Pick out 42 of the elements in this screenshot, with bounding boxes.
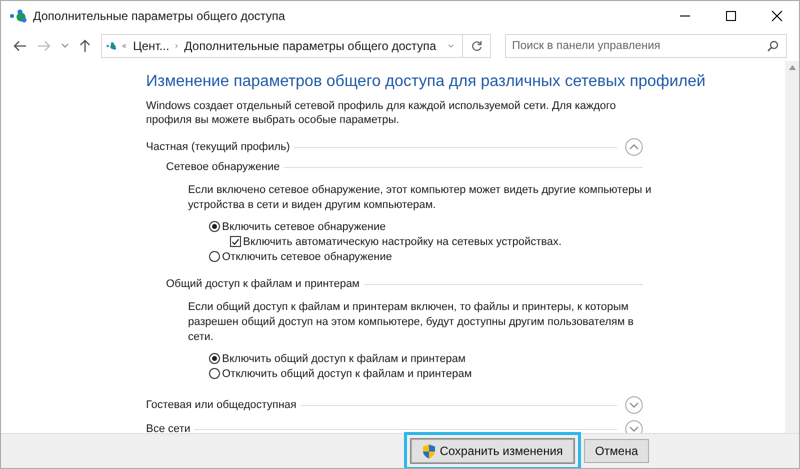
radio-label[interactable]: Отключить сетевое обнаружение — [222, 250, 392, 262]
chevron-right-icon — [175, 42, 178, 50]
page-heading: Изменение параметров общего доступа для различных сетевых профилей — [146, 73, 706, 91]
radio-label[interactable]: Отключить общий доступ к файлам и принтерам — [222, 368, 472, 380]
section-description: Если общий доступ к файлам и принтерам включен, то файлы и принтеры, к которым разрешен общий доступ на этом компьютере, будут доступны другим пользователям в сети. — [188, 300, 635, 345]
radio-button[interactable] — [209, 368, 220, 379]
back-arrow-icon[interactable] — [13, 40, 27, 52]
close-icon[interactable] — [771, 10, 783, 22]
refresh-button[interactable] — [463, 34, 491, 58]
breadcrumb-item[interactable]: Цент... — [132, 39, 170, 53]
maximize-icon[interactable] — [725, 10, 737, 22]
breadcrumb-item[interactable]: Дополнительные параметры общего доступа — [184, 39, 436, 53]
checkbox[interactable] — [230, 236, 241, 247]
up-arrow-icon[interactable] — [79, 39, 91, 53]
chevron-down-icon[interactable] — [448, 43, 454, 49]
profile-header[interactable]: Частная (текущий профиль) — [146, 141, 290, 153]
address-bar[interactable]: Цент... Дополнительные параметры общего доступа — [101, 34, 463, 58]
radio-button[interactable] — [209, 221, 220, 232]
intro-text: Windows создает отдельный сетевой профиль для каждой используемой сети. Для каждого профиля вы можете выбрать особые параметры. — [146, 99, 617, 127]
radio-label[interactable]: Включить сетевое обнаружение — [222, 220, 386, 232]
radio-label[interactable]: Включить общий доступ к файлам и принтерам — [222, 352, 466, 364]
radio-button[interactable] — [209, 251, 220, 262]
expand-icon[interactable] — [625, 396, 643, 414]
window-title: Дополнительные параметры общего доступа — [33, 9, 286, 23]
network-icon — [9, 9, 27, 23]
profile-header[interactable]: Все сети — [146, 423, 190, 433]
radio-button[interactable] — [209, 353, 220, 364]
search-field[interactable]: Поиск в панели управления — [505, 34, 787, 58]
profile-header[interactable]: Гостевая или общедоступная — [146, 399, 297, 411]
search-icon — [767, 40, 779, 52]
section-description: Если включено сетевое обнаружение, этот компьютер может видеть другие компьютеры и устройства в сети и виден другим компьютерам. — [188, 183, 652, 213]
shield-icon — [422, 444, 436, 458]
section-title: Сетевое обнаружение — [166, 161, 280, 173]
collapse-icon[interactable] — [625, 138, 643, 156]
expand-icon[interactable] — [625, 420, 643, 433]
scrollbar[interactable] — [785, 61, 799, 433]
section-title: Общий доступ к файлам и принтерам — [166, 278, 360, 290]
refresh-icon — [470, 40, 482, 52]
cancel-button[interactable]: Отмена — [584, 439, 649, 463]
double-chevron-icon — [122, 42, 127, 50]
checkbox-label[interactable]: Включить автоматическую настройку на сетевых устройствах. — [243, 236, 562, 248]
chevron-down-icon[interactable] — [61, 43, 69, 49]
